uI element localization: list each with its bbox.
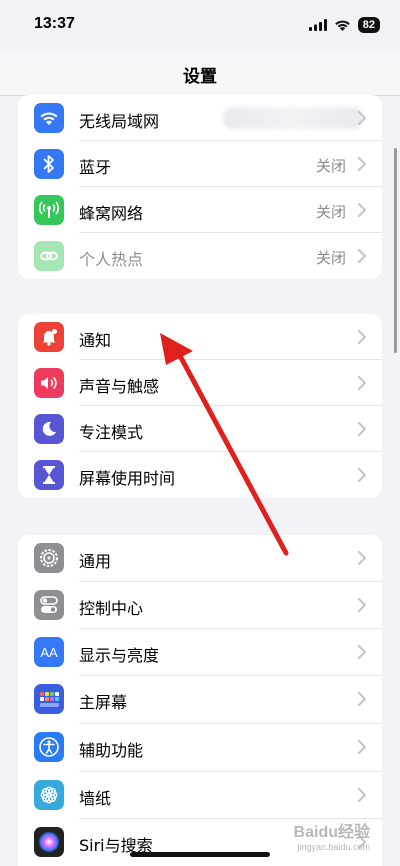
watermark-sub: jingyan.baidu.com: [297, 842, 370, 852]
watermark-text: Baidu经验: [293, 824, 370, 841]
watermark: Baidu经验 jingyan.baidu.com: [294, 818, 370, 852]
annotation-arrow: [160, 333, 289, 556]
home-indicator[interactable]: [130, 852, 270, 857]
